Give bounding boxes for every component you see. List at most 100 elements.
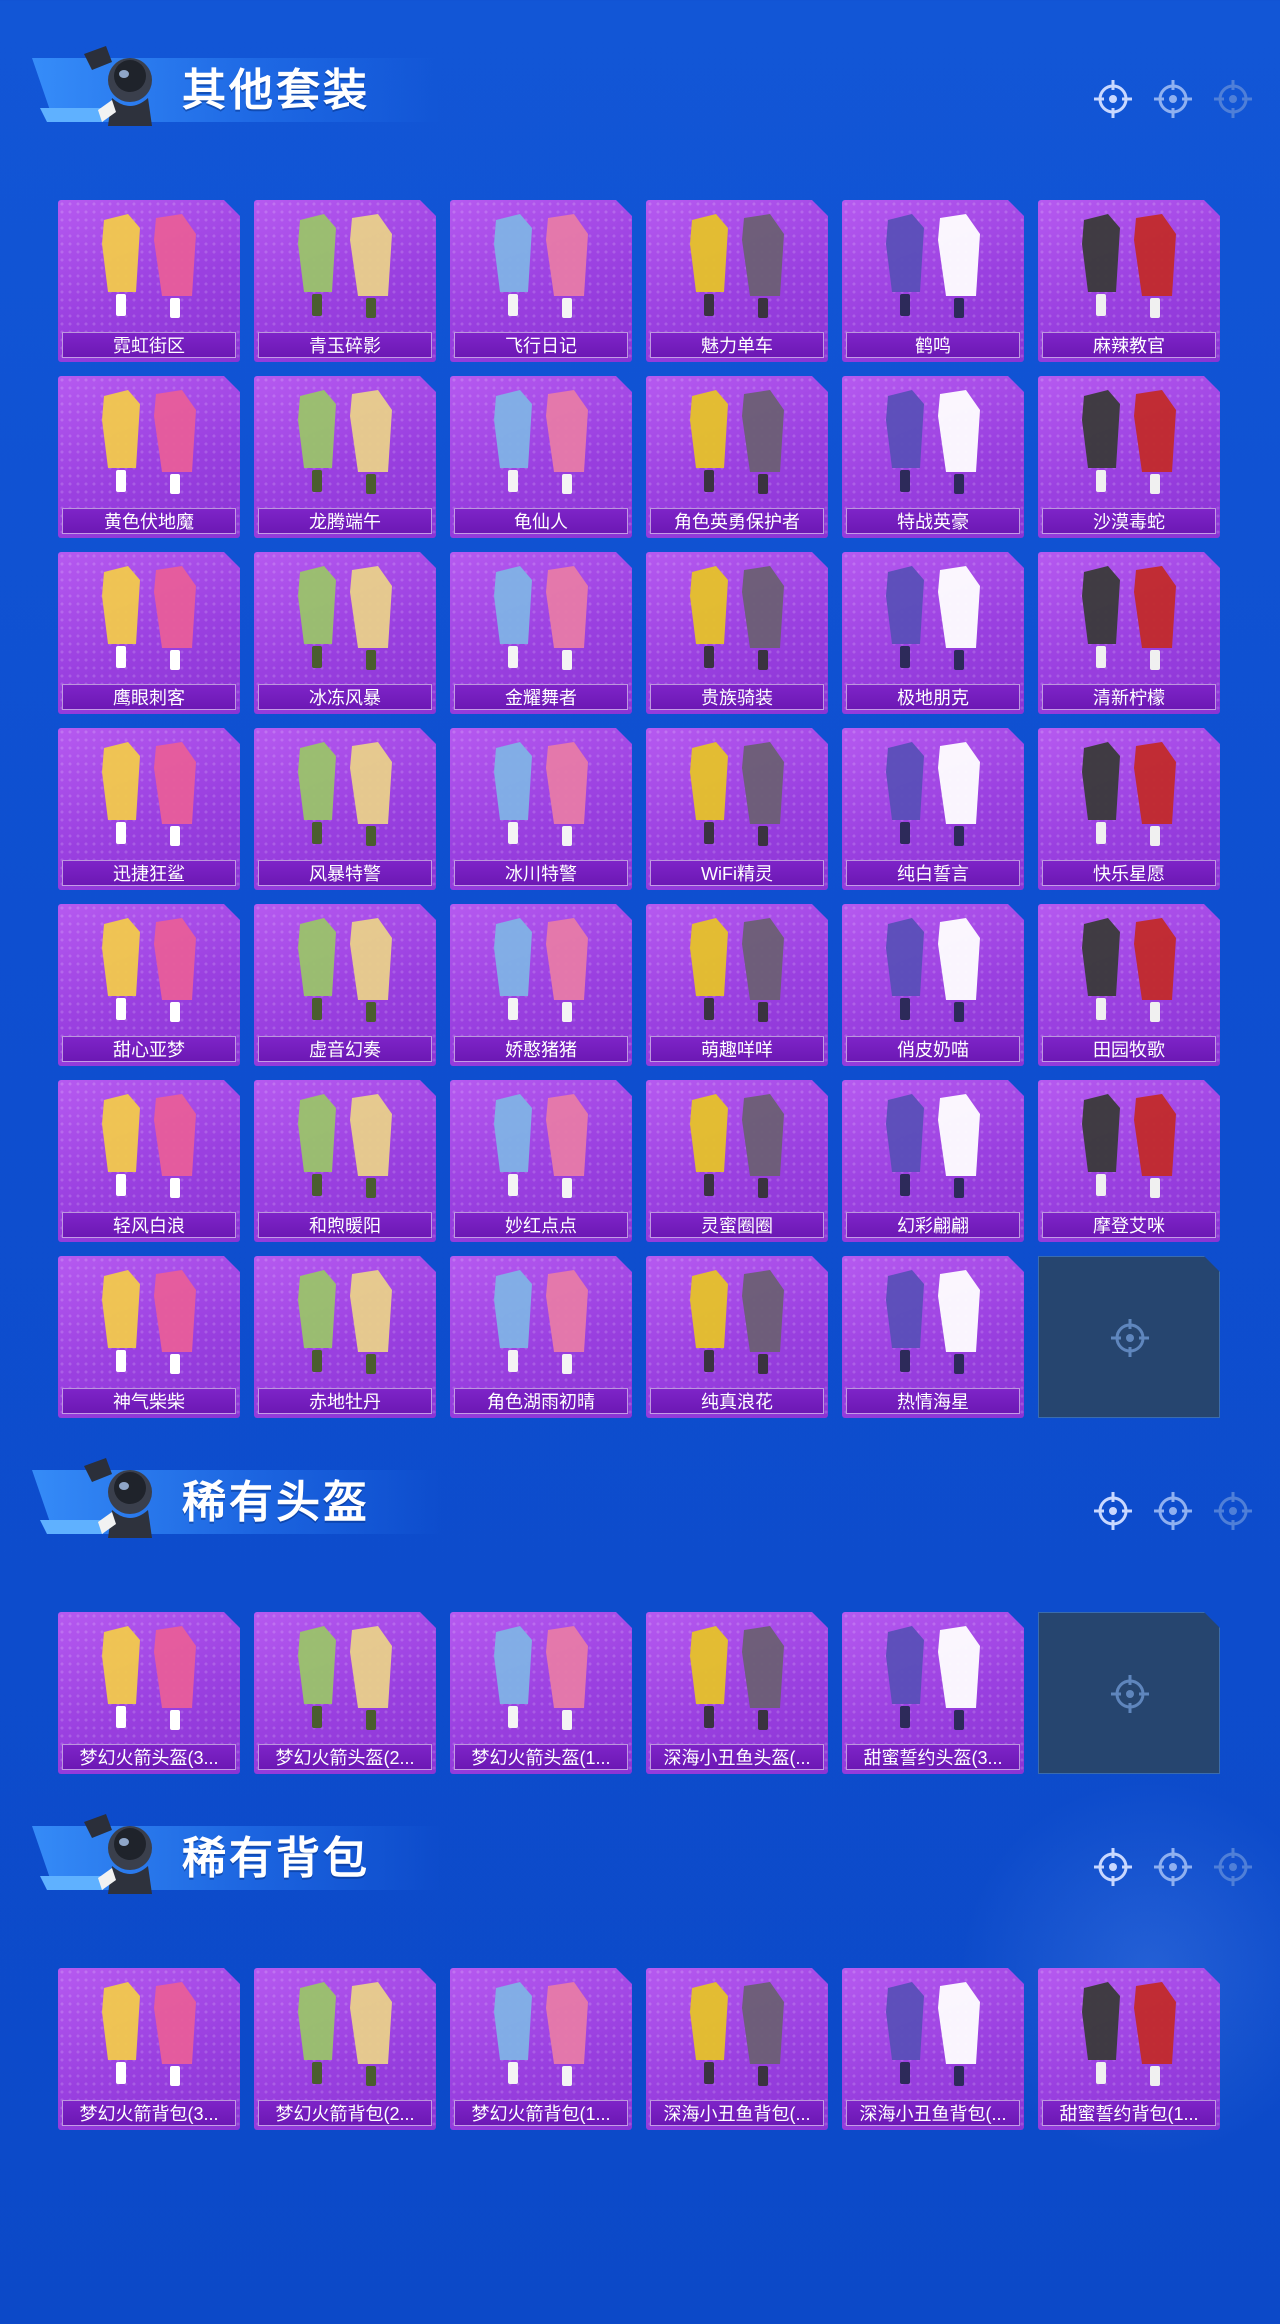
item-name: 梦幻火箭背包(3... xyxy=(62,2100,236,2126)
empty-slot xyxy=(1038,1256,1220,1418)
crosshair-icon xyxy=(1094,1848,1132,1886)
outfit-card[interactable]: 极地朋克 xyxy=(842,552,1024,714)
outfit-card[interactable]: 角色湖雨初晴 xyxy=(450,1256,632,1418)
backpack-grid: 梦幻火箭背包(3... 梦幻火箭背包(2... 梦幻火箭背包(1... 深海小丑鱼背包… xyxy=(58,1968,1220,2130)
helmet-card[interactable]: 梦幻火箭头盔(1... xyxy=(450,1612,632,1774)
outfit-card[interactable]: 沙漠毒蛇 xyxy=(1038,376,1220,538)
outfit-card[interactable]: 角色英勇保护者 xyxy=(646,376,828,538)
outfit-card[interactable]: 魅力单车 xyxy=(646,200,828,362)
item-name: 冰冻风暴 xyxy=(258,684,432,710)
outfit-card[interactable]: 龟仙人 xyxy=(450,376,632,538)
outfit-card[interactable]: 纯真浪花 xyxy=(646,1256,828,1418)
outfit-card[interactable]: 灵蜜圈圈 xyxy=(646,1080,828,1242)
backpack-card[interactable]: 深海小丑鱼背包(... xyxy=(646,1968,828,2130)
outfit-card[interactable]: 麻辣教官 xyxy=(1038,200,1220,362)
item-name: 灵蜜圈圈 xyxy=(650,1212,824,1238)
item-image xyxy=(646,552,828,684)
outfit-card[interactable]: WiFi精灵 xyxy=(646,728,828,890)
item-name: 龟仙人 xyxy=(454,508,628,534)
outfit-card[interactable]: 虚音幻奏 xyxy=(254,904,436,1066)
item-image xyxy=(842,904,1024,1036)
item-image xyxy=(1038,200,1220,332)
helmet-card[interactable]: 梦幻火箭头盔(2... xyxy=(254,1612,436,1774)
outfit-card[interactable]: 赤地牡丹 xyxy=(254,1256,436,1418)
mascot-icon xyxy=(84,46,152,126)
empty-slot xyxy=(1038,1612,1220,1774)
outfit-card[interactable]: 迅捷狂鲨 xyxy=(58,728,240,890)
header-icons xyxy=(1092,78,1254,120)
outfit-card[interactable]: 鹤鸣 xyxy=(842,200,1024,362)
helmet-card[interactable]: 深海小丑鱼头盔(... xyxy=(646,1612,828,1774)
crosshair-icon xyxy=(1154,80,1192,118)
backpack-card[interactable]: 梦幻火箭背包(1... xyxy=(450,1968,632,2130)
outfit-card[interactable]: 风暴特警 xyxy=(254,728,436,890)
outfit-card[interactable]: 热情海星 xyxy=(842,1256,1024,1418)
item-image xyxy=(450,1256,632,1388)
backpack-card[interactable]: 深海小丑鱼背包(... xyxy=(842,1968,1024,2130)
crosshair-icon xyxy=(1109,1673,1151,1715)
outfit-card[interactable]: 田园牧歌 xyxy=(1038,904,1220,1066)
outfit-card[interactable]: 霓虹街区 xyxy=(58,200,240,362)
item-name: 甜心亚梦 xyxy=(62,1036,236,1062)
outfit-card[interactable]: 幻彩翩翩 xyxy=(842,1080,1024,1242)
item-image xyxy=(450,1968,632,2100)
outfit-card[interactable]: 贵族骑装 xyxy=(646,552,828,714)
outfit-card[interactable]: 纯白誓言 xyxy=(842,728,1024,890)
outfit-card[interactable]: 快乐星愿 xyxy=(1038,728,1220,890)
item-name: 极地朋克 xyxy=(846,684,1020,710)
item-name: WiFi精灵 xyxy=(650,860,824,886)
item-image xyxy=(842,1256,1024,1388)
helmet-card[interactable]: 梦幻火箭头盔(3... xyxy=(58,1612,240,1774)
item-name: 快乐星愿 xyxy=(1042,860,1216,886)
item-name: 鹰眼刺客 xyxy=(62,684,236,710)
item-image xyxy=(58,1968,240,2100)
item-image xyxy=(254,200,436,332)
item-image xyxy=(646,1612,828,1744)
outfit-card[interactable]: 摩登艾咪 xyxy=(1038,1080,1220,1242)
outfit-card[interactable]: 金耀舞者 xyxy=(450,552,632,714)
item-name: 梦幻火箭头盔(3... xyxy=(62,1744,236,1770)
item-image xyxy=(254,728,436,860)
item-name: 沙漠毒蛇 xyxy=(1042,508,1216,534)
backpack-card[interactable]: 梦幻火箭背包(2... xyxy=(254,1968,436,2130)
item-image xyxy=(646,200,828,332)
outfit-card[interactable]: 青玉碎影 xyxy=(254,200,436,362)
outfit-card[interactable]: 飞行日记 xyxy=(450,200,632,362)
outfit-card[interactable]: 俏皮奶喵 xyxy=(842,904,1024,1066)
item-name: 萌趣咩咩 xyxy=(650,1036,824,1062)
item-name: 甜蜜誓约头盔(3... xyxy=(846,1744,1020,1770)
item-image xyxy=(58,1612,240,1744)
item-image xyxy=(58,1256,240,1388)
outfit-card[interactable]: 冰冻风暴 xyxy=(254,552,436,714)
backpack-card[interactable]: 梦幻火箭背包(3... xyxy=(58,1968,240,2130)
outfit-card[interactable]: 轻风白浪 xyxy=(58,1080,240,1242)
outfit-card[interactable]: 神气柴柴 xyxy=(58,1256,240,1418)
item-image xyxy=(58,552,240,684)
section-header: 稀有头盔 xyxy=(0,1432,1280,1542)
outfit-card[interactable]: 娇憨猪猪 xyxy=(450,904,632,1066)
outfit-card[interactable]: 冰川特警 xyxy=(450,728,632,890)
item-image xyxy=(450,200,632,332)
section-outfits: 其他套装 霓虹街区 青玉碎影 飞行日记 魅力单车 鹤鸣 麻辣教官 黄色伏地魔 龙腾端午 龟仙人角… xyxy=(0,20,1280,130)
outfit-card[interactable]: 清新柠檬 xyxy=(1038,552,1220,714)
backpack-card[interactable]: 甜蜜誓约背包(1... xyxy=(1038,1968,1220,2130)
item-name: 甜蜜誓约背包(1... xyxy=(1042,2100,1216,2126)
item-name: 纯真浪花 xyxy=(650,1388,824,1414)
outfit-card[interactable]: 甜心亚梦 xyxy=(58,904,240,1066)
outfit-card[interactable]: 特战英豪 xyxy=(842,376,1024,538)
item-image xyxy=(450,904,632,1036)
item-name: 俏皮奶喵 xyxy=(846,1036,1020,1062)
outfit-card[interactable]: 鹰眼刺客 xyxy=(58,552,240,714)
outfit-card[interactable]: 萌趣咩咩 xyxy=(646,904,828,1066)
outfit-card[interactable]: 黄色伏地魔 xyxy=(58,376,240,538)
outfit-card[interactable]: 和煦暖阳 xyxy=(254,1080,436,1242)
item-image xyxy=(646,376,828,508)
outfit-card[interactable]: 龙腾端午 xyxy=(254,376,436,538)
helmet-card[interactable]: 甜蜜誓约头盔(3... xyxy=(842,1612,1024,1774)
section-helmets: 稀有头盔 梦幻火箭头盔(3... 梦幻火箭头盔(2... 梦幻火箭头盔(1... 深海… xyxy=(0,1432,1280,1542)
item-image xyxy=(842,728,1024,860)
crosshair-icon xyxy=(1214,1492,1252,1530)
item-image xyxy=(1038,1080,1220,1212)
mascot-icon xyxy=(84,1458,152,1538)
outfit-card[interactable]: 妙红点点 xyxy=(450,1080,632,1242)
